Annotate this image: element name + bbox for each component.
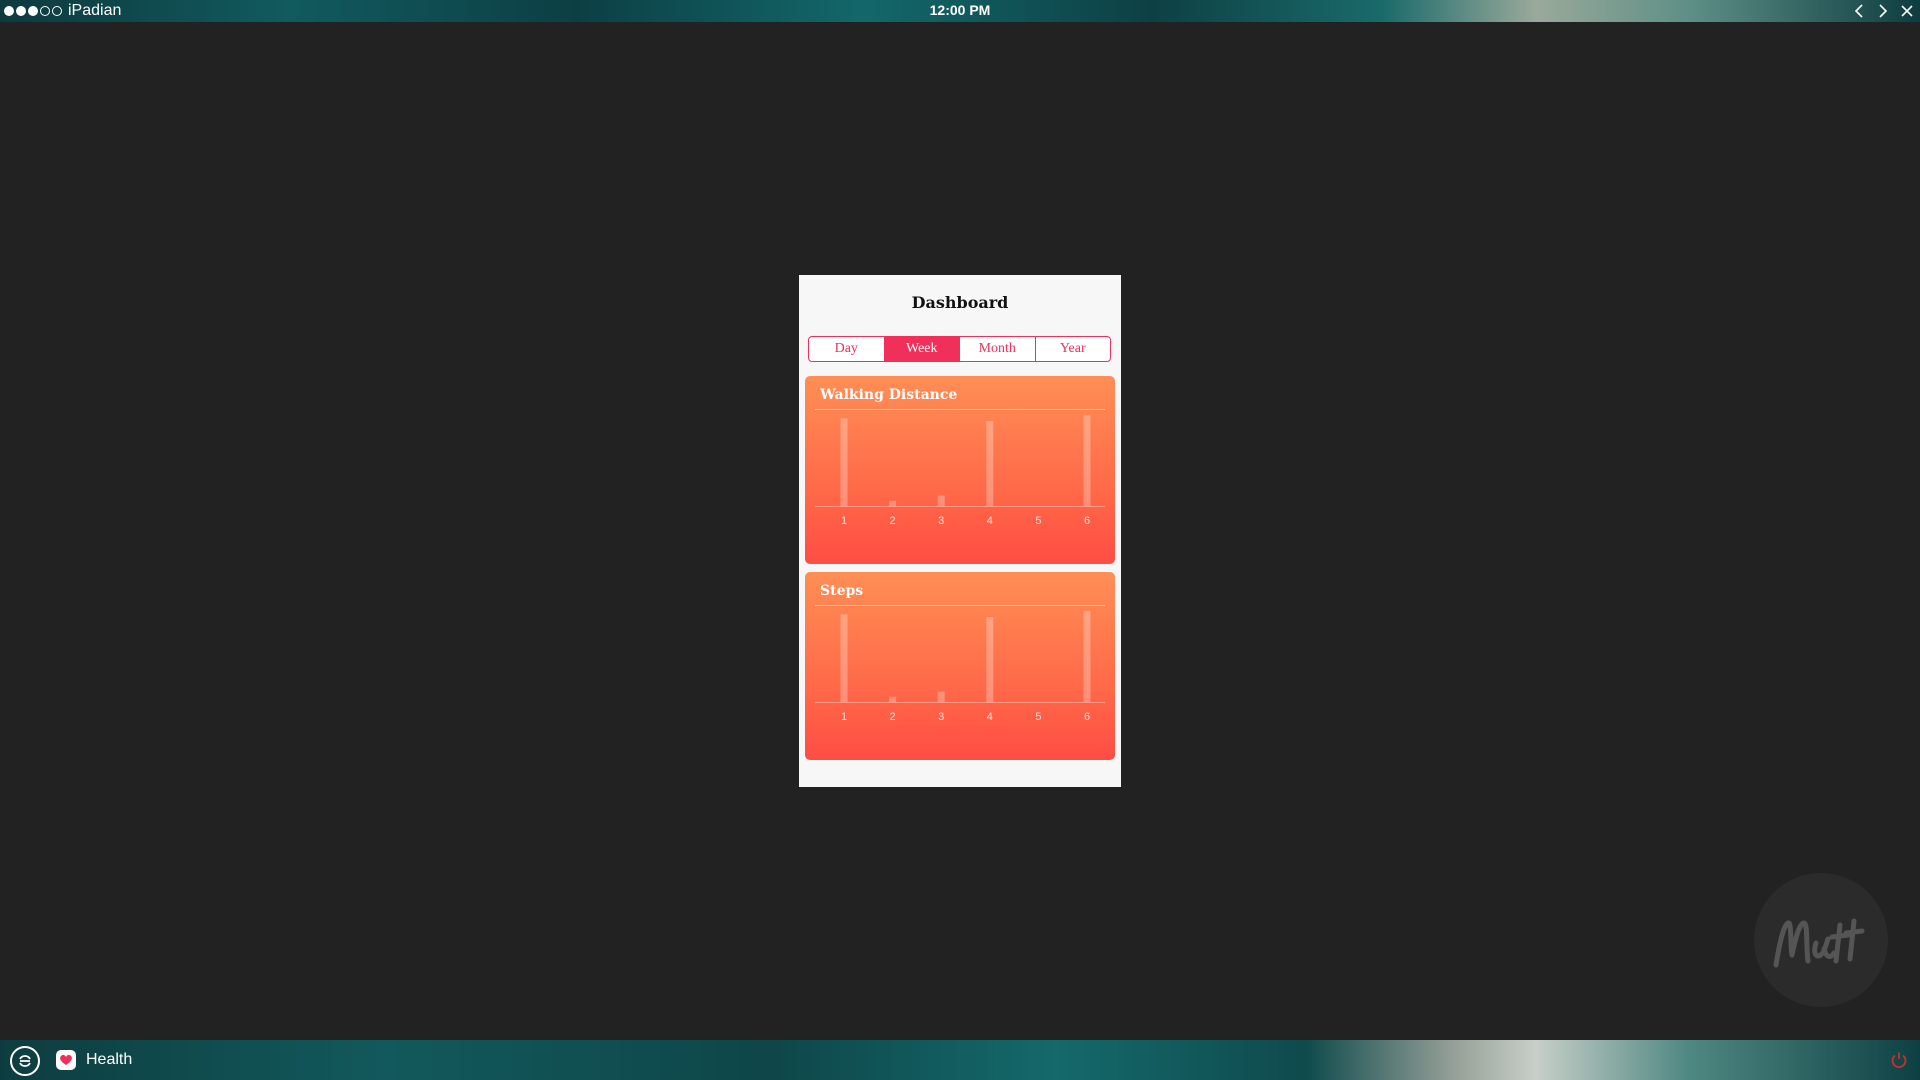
chart-bar-2 <box>889 500 897 506</box>
chart-bar-3 <box>937 691 945 702</box>
chart-tick-label: 6 <box>1084 515 1090 527</box>
window-controls <box>1852 1 1914 21</box>
chart-tick-label: 5 <box>1035 711 1041 723</box>
chart-bar-1 <box>840 418 848 506</box>
chart-svg: 1 2 3 4 5 6 <box>815 414 1105 527</box>
power-icon[interactable] <box>1890 1051 1908 1069</box>
walking-distance-card[interactable]: Walking Distance 1 2 3 4 5 6 <box>805 376 1115 564</box>
forward-icon[interactable] <box>1876 2 1890 20</box>
chart-tick-label: 6 <box>1084 711 1090 723</box>
chart-tick-label: 4 <box>987 711 993 723</box>
period-segmented-control: Day Week Month Year <box>808 336 1111 362</box>
card-title: Walking Distance <box>820 387 958 403</box>
chart-tick-label: 2 <box>890 711 896 723</box>
taskbar-app-health[interactable]: Health <box>56 1048 132 1072</box>
chart-tick-label: 4 <box>987 515 993 527</box>
close-icon[interactable] <box>1900 2 1914 20</box>
steps-chart: 1 2 3 4 5 6 <box>815 606 1105 724</box>
chart-bar-6 <box>1083 610 1091 702</box>
app-screen: Dashboard Day Week Month Year Walking Di… <box>799 275 1121 787</box>
segment-month[interactable]: Month <box>960 337 1036 361</box>
chart-tick-label: 1 <box>841 515 847 527</box>
segment-year[interactable]: Year <box>1036 337 1111 361</box>
segment-day[interactable]: Day <box>809 337 885 361</box>
chart-bar-1 <box>840 614 848 702</box>
taskbar: Health <box>0 1040 1920 1080</box>
taskbar-app-label: Health <box>86 1051 133 1068</box>
walking-distance-chart: 1 2 3 4 5 6 <box>815 410 1105 528</box>
mascot-logo <box>1754 873 1888 1007</box>
chart-tick-label: 1 <box>841 711 847 723</box>
chart-bar-4 <box>986 421 994 506</box>
chart-bar-4 <box>986 617 994 702</box>
ipadian-logo-icon[interactable] <box>10 1046 40 1076</box>
chart-tick-label: 5 <box>1035 515 1041 527</box>
heart-icon <box>56 1050 76 1070</box>
card-title: Steps <box>820 583 864 599</box>
status-time: 12:00 PM <box>929 2 991 18</box>
chart-bar-3 <box>937 495 945 506</box>
chart-bar-6 <box>1083 414 1091 506</box>
chart-tick-label: 3 <box>938 515 944 527</box>
chart-tick-label: 2 <box>890 515 896 527</box>
chart-bar-2 <box>889 696 897 702</box>
steps-card[interactable]: Steps 1 2 3 4 5 6 <box>805 572 1115 760</box>
segment-week[interactable]: Week <box>884 337 960 361</box>
status-bar: iPadian 12:00 PM <box>0 0 1920 22</box>
back-icon[interactable] <box>1852 2 1866 20</box>
chart-tick-label: 3 <box>938 711 944 723</box>
page-title: Dashboard <box>911 293 1009 312</box>
chart-svg: 1 2 3 4 5 6 <box>815 610 1105 723</box>
